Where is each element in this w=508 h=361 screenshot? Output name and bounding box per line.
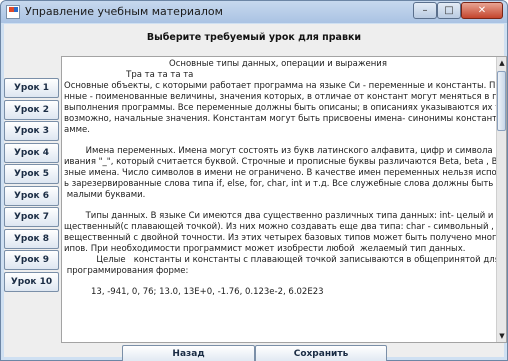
save-button[interactable]: Сохранить xyxy=(255,345,387,361)
lesson-text: Основные типы данных, операции и выражен… xyxy=(64,59,507,298)
back-button[interactable]: Назад xyxy=(122,345,255,361)
lesson-button-1[interactable]: Урок 1 xyxy=(4,78,59,98)
lesson-button-10[interactable]: Урок 10 xyxy=(4,271,59,292)
lesson-button-2[interactable]: Урок 2 xyxy=(4,99,59,120)
scroll-up-arrow-icon[interactable]: ▲ xyxy=(497,57,506,69)
text-line: Типы данных. В языке Си имеются два суще… xyxy=(64,211,507,221)
close-button[interactable]: ✕ xyxy=(461,2,503,19)
lesson-button-3[interactable]: Урок 3 xyxy=(4,121,59,141)
text-blank-line xyxy=(64,136,492,146)
text-line: Тра та та та та xyxy=(64,70,194,80)
text-line: программирования форме: xyxy=(64,266,189,276)
lesson-button-5[interactable]: Урок 5 xyxy=(4,164,59,184)
text-title-line: Основные типы данных, операции и выражен… xyxy=(169,59,387,69)
app-icon xyxy=(6,5,20,19)
vertical-scrollbar[interactable]: ▲ ▼ xyxy=(496,57,506,342)
text-line: вещественный с двойной точности. Из этих… xyxy=(64,233,507,243)
text-line: 13, -941, 0, 76; 13.0, 13E+0, -1.76, 0.1… xyxy=(64,287,324,297)
text-line: ивания "_", который считается буквой. Ст… xyxy=(64,157,507,167)
app-window: Управление учебным материалом – □ ✕ Выбе… xyxy=(0,0,508,361)
text-line: амме. xyxy=(64,125,90,135)
lesson-list: Урок 1 Урок 2 Урок 3 Урок 4 Урок 5 Урок … xyxy=(4,78,59,293)
title-bar[interactable]: Управление учебным материалом – □ ✕ xyxy=(1,1,507,23)
scroll-thumb[interactable] xyxy=(497,71,506,131)
text-line: нные - поименованные величины, значения … xyxy=(64,92,507,102)
text-line: Имена переменных. Имена могут состоять и… xyxy=(64,146,507,156)
text-line: ь зарезервированные слова типа if, else,… xyxy=(64,179,507,189)
text-line: выполнения программы. Все переменные дол… xyxy=(64,103,507,113)
text-line: щественный(с плавающей точкой). Из них м… xyxy=(64,222,507,232)
lesson-button-4[interactable]: Урок 4 xyxy=(4,142,59,163)
page-heading: Выберите требуемый урок для правки xyxy=(146,32,362,43)
text-line: Основные объекты, с которыми работает пр… xyxy=(64,81,507,91)
lesson-text-area[interactable]: Основные типы данных, операции и выражен… xyxy=(61,56,507,343)
minimize-button[interactable]: – xyxy=(413,2,437,19)
text-line: малыми буквами. xyxy=(64,190,146,200)
client-area: Выберите требуемый урок для правки Урок … xyxy=(4,24,507,361)
lesson-button-9[interactable]: Урок 9 xyxy=(4,250,59,270)
text-blank-line xyxy=(64,201,492,211)
maximize-button[interactable]: □ xyxy=(437,2,461,19)
lesson-button-6[interactable]: Урок 6 xyxy=(4,185,59,206)
window-title: Управление учебным материалом xyxy=(25,5,223,18)
text-line: возможно, начальные значения. Константам… xyxy=(64,114,507,124)
text-line: зные имена. Число символов в имени не ог… xyxy=(64,168,507,178)
scroll-down-arrow-icon[interactable]: ▼ xyxy=(497,330,506,342)
text-line: ипов. При необходимости программист може… xyxy=(64,244,466,254)
lesson-button-7[interactable]: Урок 7 xyxy=(4,207,59,227)
text-line: Целые константы и константы с плавающей … xyxy=(64,255,507,265)
lesson-button-8[interactable]: Урок 8 xyxy=(4,228,59,249)
text-blank-line xyxy=(64,277,492,287)
